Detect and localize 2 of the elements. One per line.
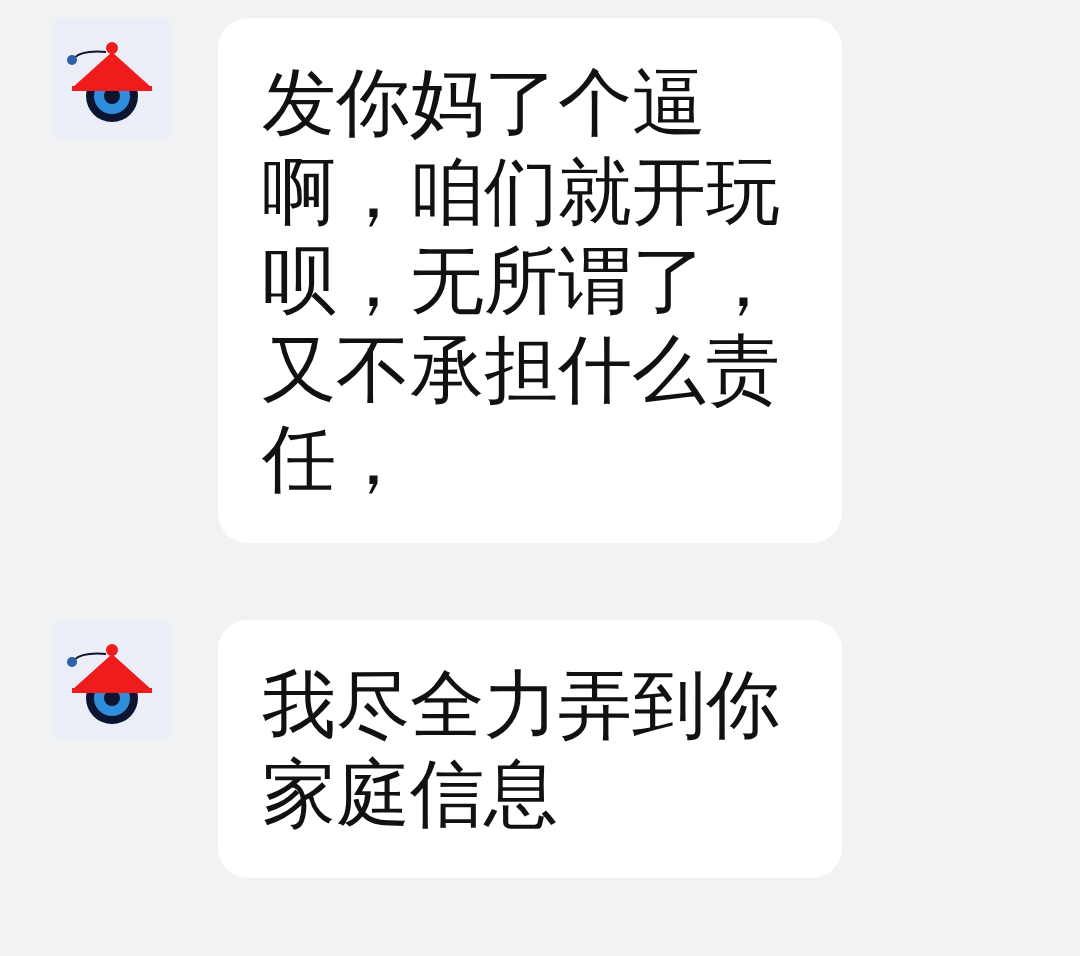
message-text: 我尽全力弄到你家庭信息 <box>262 660 781 838</box>
message-text: 发你妈了个逼啊，咱们就开玩呗，无所谓了，又不承担什么责任， <box>262 58 781 503</box>
